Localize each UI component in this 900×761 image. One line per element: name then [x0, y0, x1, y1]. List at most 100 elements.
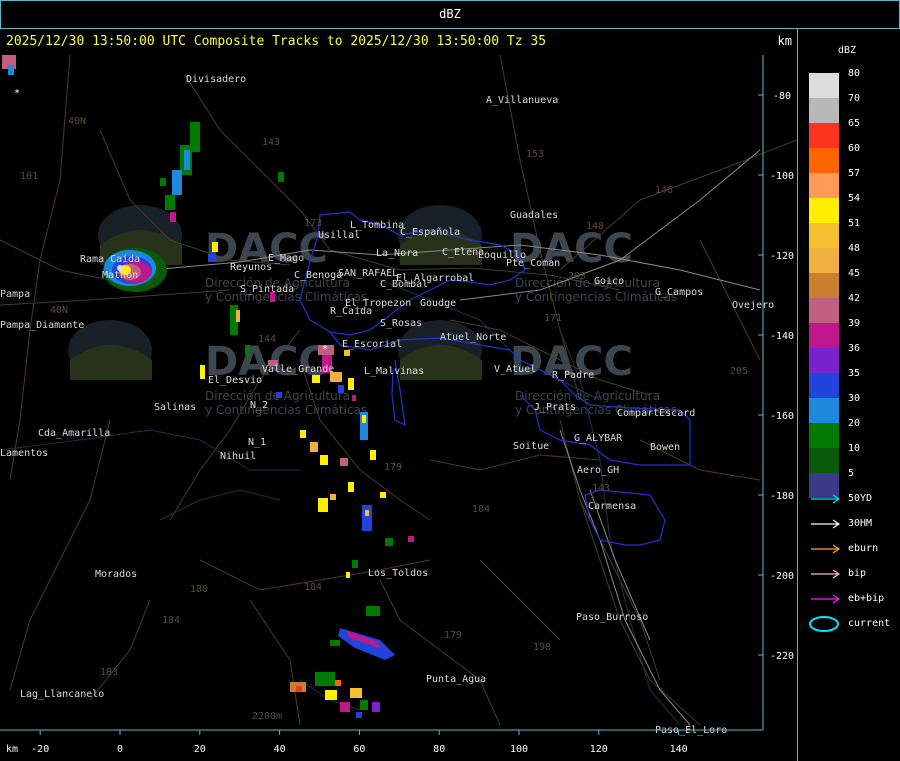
svg-text:Atuel_Norte: Atuel_Norte	[440, 332, 506, 343]
svg-text:180: 180	[190, 584, 208, 595]
svg-text:A_Villanueva: A_Villanueva	[486, 95, 558, 106]
current-ellipse-icon	[809, 616, 839, 632]
legend-swatch-39	[809, 323, 839, 348]
legend-value: 42	[848, 293, 861, 304]
svg-text:143: 143	[592, 483, 610, 494]
legend-value: 48	[848, 243, 861, 254]
legend-value: 39	[848, 318, 861, 329]
x-tick-label: 120	[590, 744, 608, 755]
svg-text:R_Caida: R_Caida	[330, 306, 372, 317]
radar-echo-band-south	[290, 606, 395, 718]
svg-text:G_Campos: G_Campos	[655, 287, 703, 298]
svg-text:S_Pintada: S_Pintada	[240, 284, 294, 295]
legend-value: 20	[848, 418, 861, 429]
svg-text:Lag_Llancanelo: Lag_Llancanelo	[20, 689, 104, 700]
svg-text:101: 101	[20, 171, 38, 182]
svg-text:146: 146	[655, 185, 673, 196]
svg-text:C_Bombal: C_Bombal	[380, 279, 428, 290]
svg-text:40N: 40N	[50, 305, 68, 316]
track-arrow-icon	[811, 519, 840, 529]
legend-value: 45	[848, 268, 861, 279]
track-arrow-icon	[811, 494, 840, 504]
svg-text:Goudge: Goudge	[420, 298, 456, 309]
svg-text:143: 143	[262, 137, 280, 148]
legend-value: 70	[848, 93, 861, 104]
svg-text:173: 173	[304, 218, 322, 229]
svg-text:Soitue: Soitue	[513, 441, 549, 452]
svg-text:*: *	[322, 344, 328, 355]
svg-text:183: 183	[100, 667, 118, 678]
x-tick-label: 140	[670, 744, 688, 755]
svg-text:CompartEscard: CompartEscard	[617, 408, 695, 419]
y-tick-label: -200	[770, 571, 794, 582]
svg-text:Paso_Burroso: Paso_Burroso	[576, 612, 648, 623]
x-tick-label: 80	[433, 744, 445, 755]
svg-text:Goico: Goico	[594, 276, 624, 287]
legend-value: 30	[848, 393, 861, 404]
legend-value: 10	[848, 443, 861, 454]
units-label: km	[777, 34, 792, 48]
svg-text:203: 203	[568, 271, 586, 282]
svg-text:Divisadero: Divisadero	[186, 74, 246, 85]
svg-text:N_1: N_1	[248, 437, 266, 448]
svg-text:179: 179	[384, 462, 402, 473]
legend-swatch-57	[809, 173, 839, 198]
legend-swatch-54	[809, 198, 839, 223]
svg-text:*: *	[14, 88, 20, 99]
svg-text:Nihuil: Nihuil	[220, 451, 256, 462]
radar-echo-stripe-central	[200, 292, 414, 578]
y-tick-label: -100	[770, 171, 794, 182]
svg-text:Salinas: Salinas	[154, 402, 196, 413]
legend-swatch-42	[809, 298, 839, 323]
svg-text:Carmensa: Carmensa	[588, 501, 636, 512]
svg-text:SAN_RAFAEL: SAN_RAFAEL	[338, 268, 398, 279]
x-tick-label: 60	[353, 744, 365, 755]
track-label: bip	[848, 568, 867, 579]
svg-text:144: 144	[258, 334, 276, 345]
legend-swatch-10	[809, 448, 839, 473]
legend-value: 57	[848, 168, 861, 179]
map-title: 2025/12/30 13:50:00 UTC Composite Tracks…	[6, 34, 547, 49]
legend-value: 54	[848, 193, 861, 204]
legend-panel: dBZ 80 70 65 60 57 54 51 48 45 42 39 36 35 30 20 10 5 50…	[798, 29, 900, 761]
radar-map[interactable]: DACC DACC DACC DACC Dirección de Agricul…	[0, 53, 797, 761]
track-label: eb+bip	[848, 593, 885, 604]
svg-text:205: 205	[730, 366, 748, 377]
svg-text:179: 179	[444, 630, 462, 641]
track-label: 30HM	[848, 518, 873, 529]
svg-text:L_Tombina: L_Tombina	[350, 220, 404, 231]
road-network	[0, 54, 797, 726]
legend-swatch-80	[809, 73, 839, 98]
svg-text:Punta_Agua: Punta_Agua	[426, 674, 486, 685]
track-label: current	[848, 618, 891, 629]
x-axis-unit: km	[6, 744, 18, 755]
svg-text:148: 148	[586, 221, 604, 232]
svg-text:Lamentos: Lamentos	[0, 448, 48, 459]
x-tick-label: 0	[117, 744, 123, 755]
track-arrow-icon	[811, 594, 840, 604]
svg-text:C_Española: C_Española	[400, 227, 460, 238]
legend-swatch-45	[809, 273, 839, 298]
svg-text:R_Padre: R_Padre	[552, 370, 594, 381]
svg-text:Bowen: Bowen	[650, 442, 680, 453]
legend-value: 65	[848, 118, 861, 129]
y-axis: -80 -100 -120 -140 -160 -180 -200 -220	[758, 55, 794, 730]
legend-value: 35	[848, 368, 861, 379]
legend-value: 51	[848, 218, 861, 229]
svg-text:Pampa: Pampa	[0, 289, 30, 300]
svg-text:Valle_Grande: Valle_Grande	[262, 364, 334, 375]
svg-text:Rama Caida: Rama Caida	[80, 254, 140, 265]
svg-text:La_Nora: La_Nora	[376, 248, 418, 259]
legend-swatch-51	[809, 223, 839, 248]
svg-text:Morados: Morados	[95, 569, 137, 580]
svg-text:Mathon: Mathon	[102, 270, 138, 281]
svg-text:Usillal: Usillal	[318, 230, 360, 241]
legend-swatch-65	[809, 123, 839, 148]
x-tick-label: 20	[194, 744, 206, 755]
track-label: eburn	[848, 543, 879, 554]
y-tick-label: -180	[770, 491, 794, 502]
svg-text:190: 190	[533, 642, 551, 653]
svg-text:184: 184	[304, 582, 322, 593]
y-tick-label: -140	[770, 331, 794, 342]
x-tick-label: 40	[274, 744, 286, 755]
